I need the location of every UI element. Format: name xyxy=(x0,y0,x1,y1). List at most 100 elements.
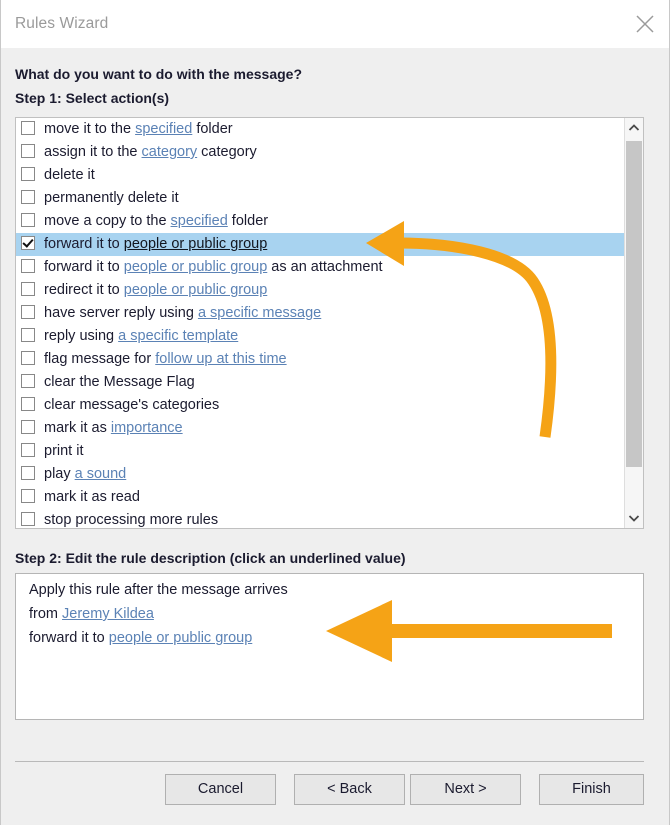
step1-label: Step 1: Select action(s) xyxy=(15,90,170,106)
description-line: Apply this rule after the message arrive… xyxy=(29,582,288,598)
finish-button[interactable]: Finish xyxy=(539,774,644,805)
scrollbar-up-button[interactable] xyxy=(625,118,643,138)
window-title: Rules Wizard xyxy=(15,15,109,32)
action-list-item[interactable]: mark it as read xyxy=(16,486,624,509)
back-button[interactable]: < Back xyxy=(294,774,405,805)
static-text: clear the Message Flag xyxy=(44,374,195,390)
action-list-item[interactable]: have server reply using a specific messa… xyxy=(16,302,624,325)
scrollbar-thumb[interactable] xyxy=(626,141,642,467)
action-value-link[interactable]: a specific message xyxy=(198,305,321,321)
static-text: play xyxy=(44,466,75,482)
action-value-link[interactable]: category xyxy=(142,144,198,160)
checkbox-icon[interactable] xyxy=(21,190,35,204)
next-button[interactable]: Next > xyxy=(410,774,521,805)
checkbox-icon[interactable] xyxy=(21,397,35,411)
action-list-scrollbar[interactable] xyxy=(624,118,643,528)
action-value-link[interactable]: people or public group xyxy=(124,236,268,252)
static-text: redirect it to xyxy=(44,282,124,298)
action-listbox[interactable]: move it to the specified folder assign it… xyxy=(15,117,644,529)
static-text: clear message's categories xyxy=(44,397,220,413)
rules-wizard-dialog: Rules Wizard What do you want to do with… xyxy=(0,0,670,825)
checkbox-icon[interactable] xyxy=(21,374,35,388)
checkbox-icon[interactable] xyxy=(21,466,35,480)
action-value-link[interactable]: specified xyxy=(135,121,192,137)
static-text: flag message for xyxy=(44,351,156,367)
chevron-up-icon xyxy=(628,124,640,131)
dialog-body: What do you want to do with the message?… xyxy=(1,48,669,825)
close-icon xyxy=(636,15,654,33)
description-line: forward it to people or public group xyxy=(29,630,252,646)
checkbox-icon[interactable] xyxy=(21,121,35,135)
static-text: print it xyxy=(44,443,84,459)
static-text: reply using xyxy=(44,328,119,344)
static-text: folder xyxy=(227,213,269,229)
static-text: delete it xyxy=(44,167,95,183)
static-text: assign it to the xyxy=(44,144,142,160)
action-list-item[interactable]: mark it as importance xyxy=(16,417,624,440)
checkbox-icon[interactable] xyxy=(21,512,35,526)
action-list-item[interactable]: move it to the specified folder xyxy=(16,118,624,141)
description-value-link[interactable]: Jeremy Kildea xyxy=(62,606,154,622)
action-list-item[interactable]: delete it xyxy=(16,164,624,187)
action-value-link[interactable]: a sound xyxy=(75,466,127,482)
checkbox-icon[interactable] xyxy=(21,167,35,181)
checkbox-icon[interactable] xyxy=(21,282,35,296)
action-list-item[interactable]: play a sound xyxy=(16,463,624,486)
action-list-item[interactable]: move a copy to the specified folder xyxy=(16,210,624,233)
checkbox-icon[interactable] xyxy=(21,328,35,342)
static-text: folder xyxy=(192,121,233,137)
static-text: forward it to xyxy=(29,630,109,646)
title-bar: Rules Wizard xyxy=(1,0,669,48)
action-list-item[interactable]: forward it to people or public group as … xyxy=(16,256,624,279)
rule-description-box[interactable]: Apply this rule after the message arrive… xyxy=(15,573,644,720)
static-text: stop processing more rules xyxy=(44,512,219,528)
action-list-item[interactable]: redirect it to people or public group xyxy=(16,279,624,302)
static-text: move it to the xyxy=(44,121,136,137)
checkbox-icon[interactable] xyxy=(21,443,35,457)
static-text: permanently delete it xyxy=(44,190,179,206)
static-text: forward it to xyxy=(44,259,124,275)
action-list-item[interactable]: clear the Message Flag xyxy=(16,371,624,394)
static-text: forward it to xyxy=(44,236,124,252)
action-list-item[interactable]: print it xyxy=(16,440,624,463)
checkbox-checked-icon[interactable] xyxy=(21,236,35,250)
action-list-rows: move it to the specified folder assign it… xyxy=(16,118,624,528)
checkbox-icon[interactable] xyxy=(21,259,35,273)
button-bar: Cancel < Back Next > Finish xyxy=(1,774,669,816)
action-value-link[interactable]: importance xyxy=(111,420,183,436)
action-value-link[interactable]: follow up at this time xyxy=(155,351,286,367)
action-value-link[interactable]: people or public group xyxy=(124,259,268,275)
action-list-item[interactable]: reply using a specific template xyxy=(16,325,624,348)
action-value-link[interactable]: a specific template xyxy=(118,328,238,344)
action-list-item[interactable]: clear message's categories xyxy=(16,394,624,417)
step2-label: Step 2: Edit the rule description (click… xyxy=(15,550,406,566)
action-list-item[interactable]: assign it to the category category xyxy=(16,141,624,164)
checkbox-icon[interactable] xyxy=(21,305,35,319)
cancel-button[interactable]: Cancel xyxy=(165,774,276,805)
action-list-item[interactable]: flag message for follow up at this time xyxy=(16,348,624,371)
close-button[interactable] xyxy=(621,0,669,48)
checkbox-icon[interactable] xyxy=(21,351,35,365)
action-list-item[interactable]: permanently delete it xyxy=(16,187,624,210)
checkbox-icon[interactable] xyxy=(21,213,35,227)
chevron-down-icon xyxy=(628,515,640,522)
static-text: as an attachment xyxy=(267,259,383,275)
action-list-item[interactable]: forward it to people or public group xyxy=(16,233,624,256)
action-list-item[interactable]: stop processing more rules xyxy=(16,509,624,528)
static-text: Apply this rule after the message arrive… xyxy=(29,582,288,598)
static-text: category xyxy=(197,144,257,160)
action-value-link[interactable]: specified xyxy=(171,213,228,229)
static-text: have server reply using xyxy=(44,305,198,321)
checkbox-icon[interactable] xyxy=(21,144,35,158)
checkbox-icon[interactable] xyxy=(21,489,35,503)
description-value-link[interactable]: people or public group xyxy=(109,630,253,646)
static-text: from xyxy=(29,606,63,622)
action-value-link[interactable]: people or public group xyxy=(124,282,268,298)
footer-divider xyxy=(15,761,644,762)
scrollbar-down-button[interactable] xyxy=(625,508,643,528)
static-text: move a copy to the xyxy=(44,213,171,229)
static-text: mark it as xyxy=(44,420,111,436)
prompt-question: What do you want to do with the message? xyxy=(15,66,303,82)
static-text: mark it as read xyxy=(44,489,140,505)
checkbox-icon[interactable] xyxy=(21,420,35,434)
